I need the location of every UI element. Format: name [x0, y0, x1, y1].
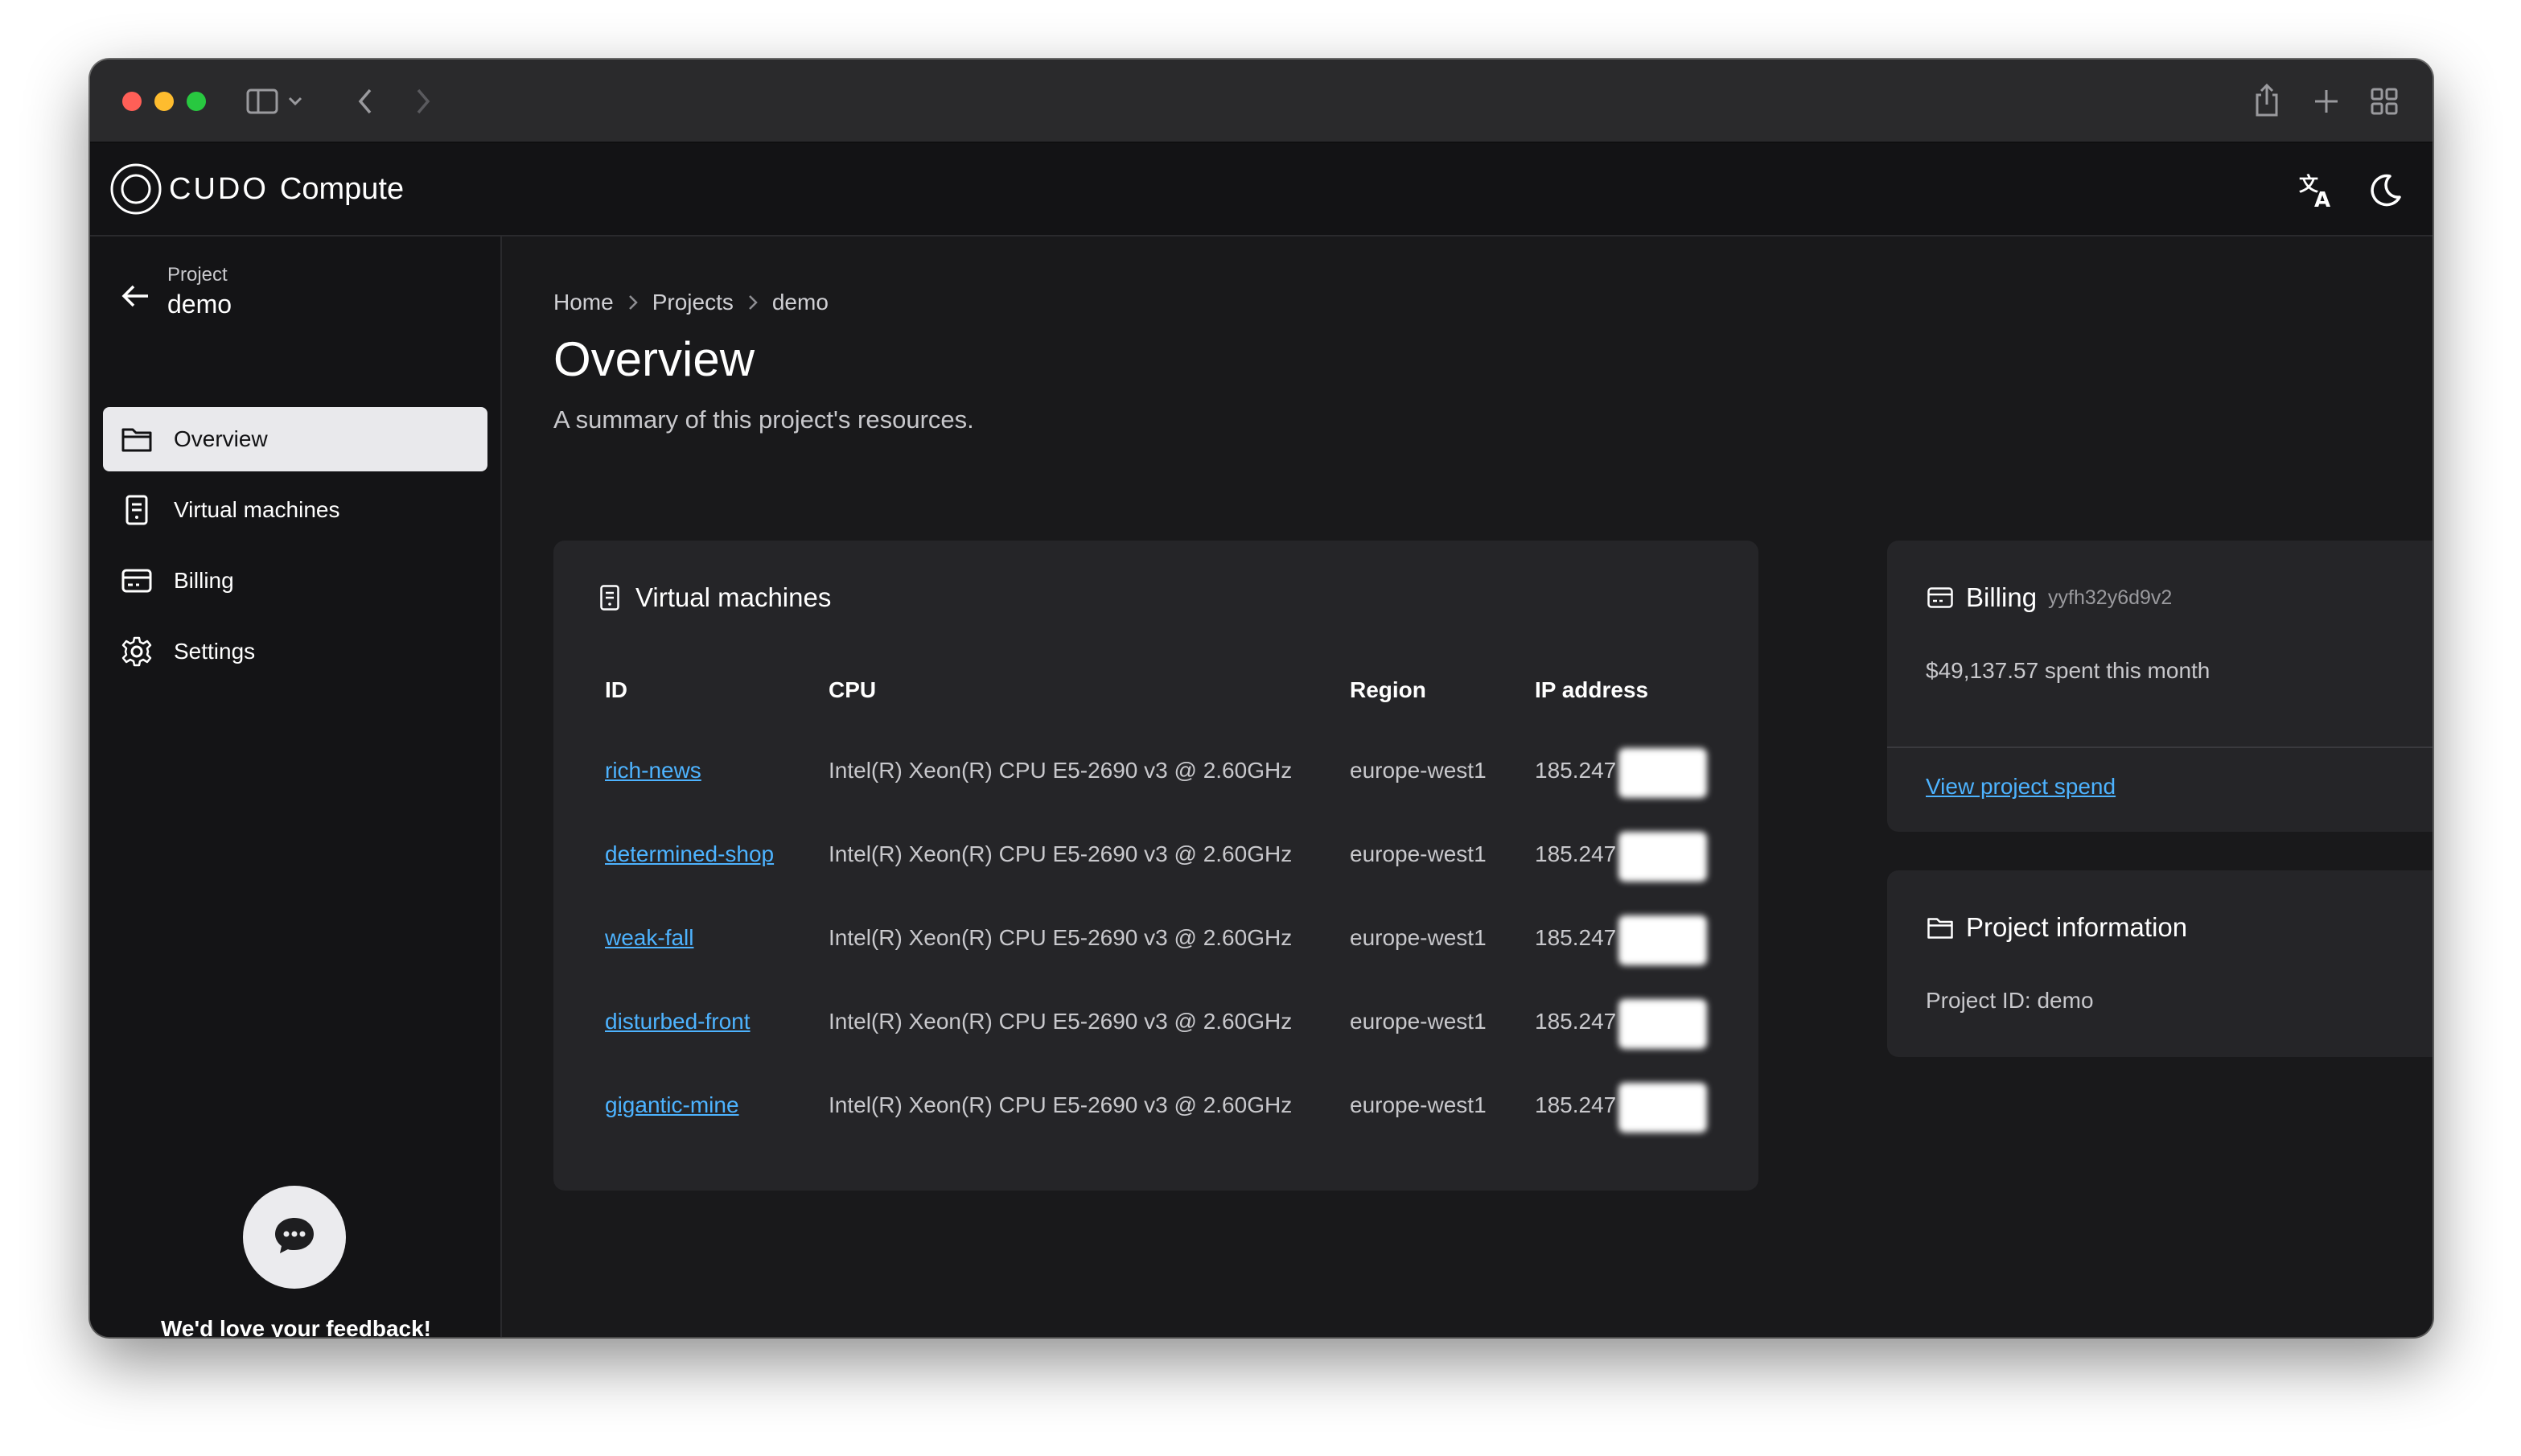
project-label: Project — [167, 264, 228, 286]
vm-ip: 185.247 — [1535, 1009, 1617, 1034]
page-subtitle: A summary of this project's resources. — [553, 405, 974, 434]
vm-id-link[interactable]: gigantic-mine — [605, 1092, 739, 1118]
sidebar-item-overview[interactable]: Overview — [103, 407, 487, 471]
card-title: Billing yyfh32y6d9v2 — [1926, 582, 2172, 613]
moon-icon[interactable] — [2362, 166, 2410, 214]
vm-cpu: Intel(R) Xeon(R) CPU E5-2690 v3 @ 2.60GH… — [829, 1009, 1293, 1034]
forward-arrow-icon[interactable] — [407, 85, 439, 117]
zoom-window-button[interactable] — [187, 92, 206, 111]
column-header-region: Region — [1350, 677, 1426, 702]
new-tab-icon[interactable] — [2310, 85, 2342, 117]
vm-ip: 185.247 — [1535, 841, 1617, 866]
virtual-machines-card: Virtual machines ID CPU Region IP addres… — [553, 541, 1758, 1191]
view-project-spend-link[interactable]: View project spend — [1926, 774, 2116, 800]
vm-ip: 185.247 — [1535, 1092, 1617, 1117]
redaction-blur — [1618, 915, 1707, 965]
back-arrow-icon[interactable] — [349, 85, 381, 117]
main-content: Home Projects demo Overview A summary of… — [502, 236, 2433, 1337]
sidebar-toggle-icon[interactable] — [245, 85, 280, 117]
vm-id-link[interactable]: determined-shop — [605, 841, 774, 867]
vm-cpu: Intel(R) Xeon(R) CPU E5-2690 v3 @ 2.60GH… — [829, 1092, 1293, 1117]
close-window-button[interactable] — [122, 92, 142, 111]
vm-region: europe-west1 — [1350, 1092, 1487, 1117]
redaction-blur — [1618, 999, 1707, 1049]
card-title-text: Virtual machines — [635, 582, 832, 612]
brand-name-cudo: CUDO — [169, 171, 269, 206]
project-name: demo — [167, 290, 232, 319]
vm-region: europe-west1 — [1350, 841, 1487, 866]
vm-cpu: Intel(R) Xeon(R) CPU E5-2690 v3 @ 2.60GH… — [829, 841, 1293, 866]
vm-region: europe-west1 — [1350, 758, 1487, 783]
card-title-text: Billing — [1966, 582, 2038, 612]
sidebar-item-billing[interactable]: Billing — [103, 549, 487, 613]
chevron-down-icon[interactable] — [283, 88, 307, 114]
folder-icon — [1926, 913, 1955, 942]
project-id-text: Project ID: demo — [1926, 988, 2094, 1013]
minimize-window-button[interactable] — [154, 92, 174, 111]
chat-bubble-icon — [273, 1215, 316, 1260]
cudo-logo-icon — [110, 163, 162, 215]
translate-icon[interactable]: 文A — [2293, 166, 2341, 214]
card-title: Virtual machines — [595, 582, 831, 613]
back-arrow-icon[interactable] — [114, 275, 156, 317]
brand-name-product: Compute — [279, 171, 405, 206]
sidebar-item-label: Billing — [174, 568, 234, 593]
vm-region: europe-west1 — [1350, 1009, 1487, 1034]
folder-icon — [121, 423, 153, 455]
chevron-right-icon — [748, 294, 758, 311]
sidebar-item-virtual-machines[interactable]: Virtual machines — [103, 478, 487, 542]
vm-ip: 185.247 — [1535, 758, 1617, 783]
project-information-card: Project information Project ID: demo — [1887, 870, 2433, 1057]
credit-card-icon — [1926, 583, 1955, 612]
tab-overview-icon[interactable] — [2368, 85, 2400, 117]
vm-id-link[interactable]: disturbed-front — [605, 1009, 751, 1034]
sidebar-item-label: Virtual machines — [174, 497, 340, 522]
brand-name: CUDO Compute — [169, 172, 404, 207]
divider — [1887, 747, 2433, 748]
document-icon — [595, 583, 624, 612]
redaction-blur — [1618, 1083, 1707, 1133]
card-title: Project information — [1926, 912, 2187, 943]
breadcrumb: Home Projects demo — [553, 290, 829, 315]
vm-id-link[interactable]: weak-fall — [605, 925, 693, 951]
document-icon — [121, 494, 153, 526]
sidebar-item-settings[interactable]: Settings — [103, 619, 487, 684]
billing-account-id: yyfh32y6d9v2 — [2048, 586, 2173, 609]
sidebar: Project demo Overview Virtual machines B… — [90, 236, 502, 1337]
column-header-id: ID — [605, 677, 627, 702]
brand-logo[interactable]: CUDO Compute — [109, 162, 404, 216]
vm-region: europe-west1 — [1350, 925, 1487, 950]
billing-card: Billing yyfh32y6d9v2 $49,137.57 spent th… — [1887, 541, 2433, 832]
column-header-ip-address: IP address — [1535, 677, 1649, 702]
page-title: Overview — [553, 332, 755, 386]
chevron-right-icon — [628, 294, 638, 311]
vm-cpu: Intel(R) Xeon(R) CPU E5-2690 v3 @ 2.60GH… — [829, 758, 1293, 783]
breadcrumb-home[interactable]: Home — [553, 290, 614, 315]
vm-ip: 185.247 — [1535, 925, 1617, 950]
svg-text:A: A — [2314, 188, 2330, 208]
redaction-blur — [1618, 748, 1707, 798]
billing-spend-text: $49,137.57 spent this month — [1926, 658, 2211, 683]
share-icon[interactable] — [2251, 80, 2283, 119]
browser-window: CUDO Compute 文A Project demo Overview Vi… — [90, 60, 2433, 1337]
redaction-blur — [1618, 832, 1707, 882]
vm-id-link[interactable]: rich-news — [605, 758, 701, 784]
breadcrumb-projects[interactable]: Projects — [652, 290, 734, 315]
feedback-text: We'd love your feedback! — [160, 1316, 431, 1337]
card-title-text: Project information — [1966, 912, 2188, 942]
browser-toolbar — [90, 60, 2433, 143]
app-header: CUDO Compute 文A — [90, 143, 2433, 236]
vm-cpu: Intel(R) Xeon(R) CPU E5-2690 v3 @ 2.60GH… — [829, 925, 1293, 950]
credit-card-icon — [121, 565, 153, 597]
sidebar-item-label: Overview — [174, 426, 268, 451]
gear-icon — [121, 635, 153, 668]
column-header-cpu: CPU — [829, 677, 877, 702]
sidebar-item-label: Settings — [174, 639, 256, 664]
breadcrumb-current[interactable]: demo — [772, 290, 829, 315]
feedback-button[interactable] — [243, 1186, 346, 1289]
